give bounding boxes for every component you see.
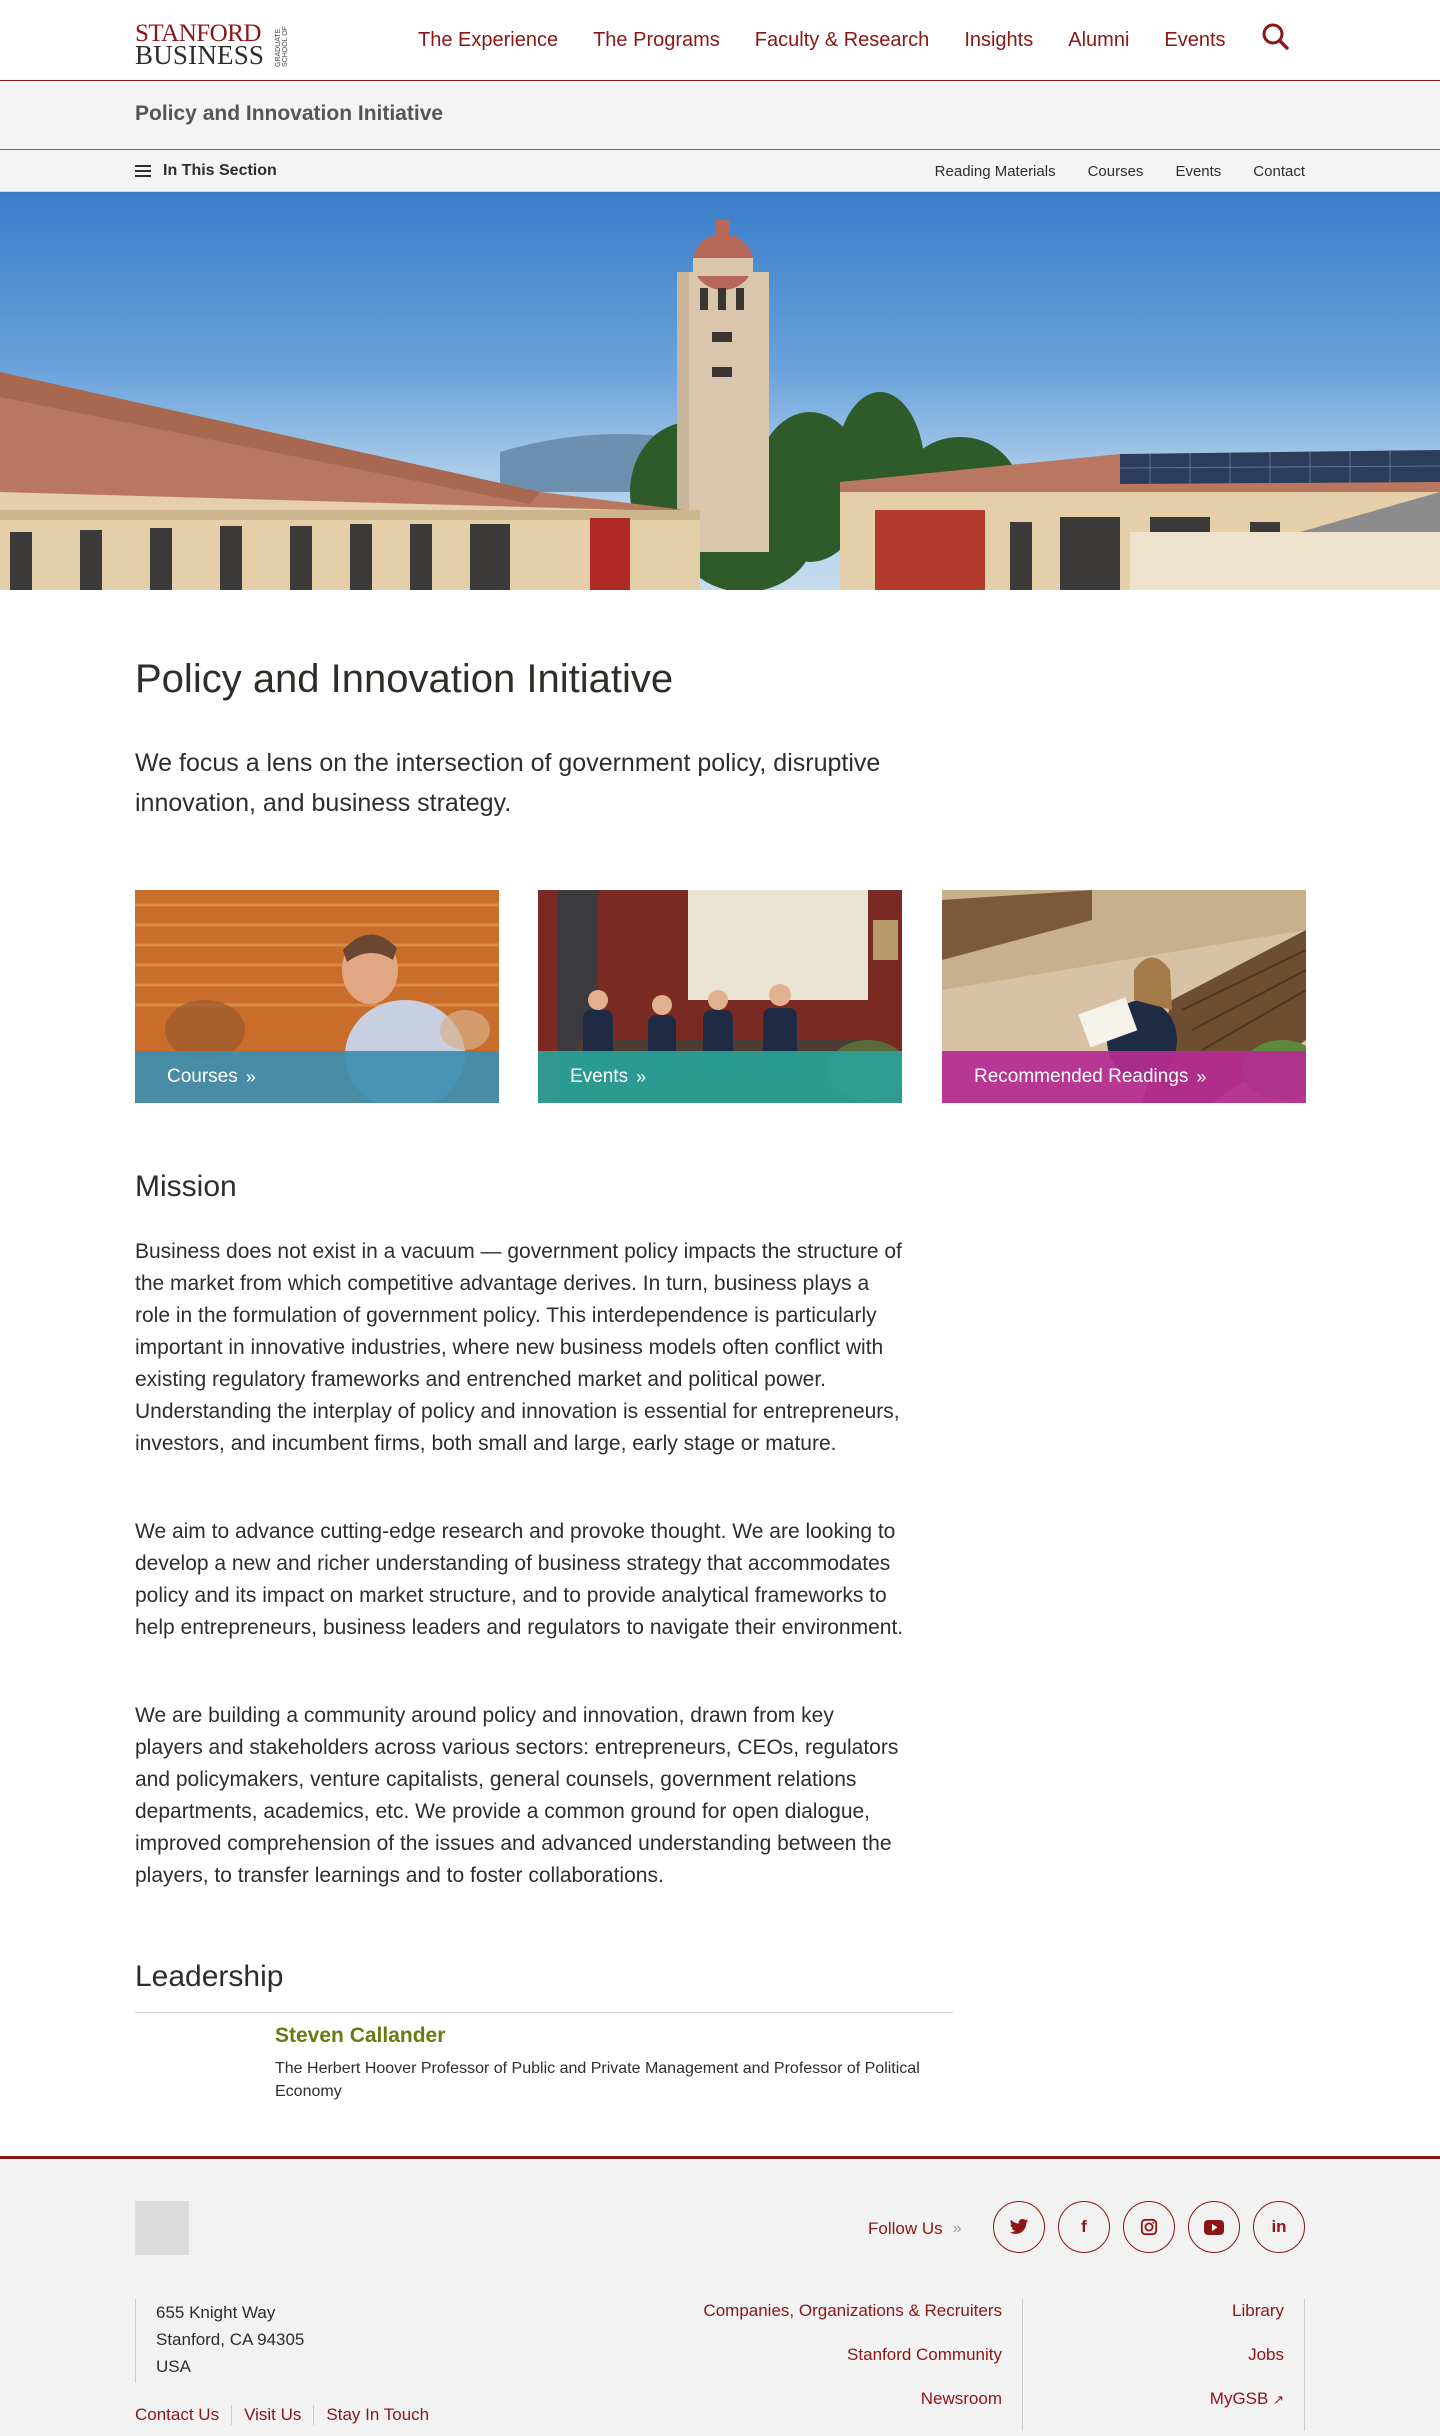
page-intro: We focus a lens on the intersection of g… — [135, 749, 881, 817]
main-nav: The Experience The Programs Faculty & Re… — [418, 0, 1261, 81]
footer-link-library[interactable]: Library — [1210, 2299, 1284, 2343]
youtube-icon[interactable] — [1188, 2201, 1240, 2253]
chevron-right-icon: » — [952, 2220, 962, 2237]
site-header: STANFORD BUSINESS GRADUATE SCHOOL OF The… — [0, 0, 1440, 81]
leader-title: The Herbert Hoover Professor of Public a… — [275, 2060, 920, 2100]
chevron-right-icon: » — [636, 1066, 647, 1087]
instagram-icon[interactable] — [1123, 2201, 1175, 2253]
section-link-contact[interactable]: Contact — [1253, 163, 1305, 180]
card-label: Courses » — [135, 1051, 499, 1103]
footer-link-jobs[interactable]: Jobs — [1210, 2343, 1284, 2387]
mygsb-label: MyGSB — [1209, 2389, 1269, 2408]
nav-insights[interactable]: Insights — [964, 29, 1033, 52]
footer-link-mygsb[interactable]: MyGSB ↗ — [1210, 2387, 1284, 2431]
section-links: Reading Materials Courses Events Contact — [903, 150, 1305, 192]
footer-link-newsroom[interactable]: Newsroom — [703, 2387, 1002, 2431]
section-link-events[interactable]: Events — [1175, 163, 1221, 180]
footer-links-col-1: Companies, Organizations & Recruiters St… — [703, 2299, 1023, 2431]
nav-events[interactable]: Events — [1164, 29, 1225, 52]
footer-address: 655 Knight Way Stanford, CA 94305 USA — [135, 2299, 304, 2383]
linkedin-icon[interactable]: in — [1253, 2201, 1305, 2253]
footer-links-col-2: Library Jobs MyGSB ↗ — [1210, 2299, 1305, 2431]
mission-heading: Mission — [135, 1170, 237, 1203]
card-label: Recommended Readings » — [942, 1051, 1306, 1103]
footer-link-companies[interactable]: Companies, Organizations & Recruiters — [703, 2299, 1002, 2343]
logo-side-text: GRADUATE SCHOOL OF — [275, 26, 289, 67]
nav-the-experience[interactable]: The Experience — [418, 29, 558, 52]
hero-image — [0, 192, 1440, 590]
card-events[interactable]: Events » — [538, 890, 902, 1103]
leadership-heading: Leadership — [135, 1960, 284, 1993]
chevron-right-icon: » — [1196, 1066, 1207, 1087]
page-title: Policy and Innovation Initiative — [135, 657, 674, 701]
mission-paragraph-1: Business does not exist in a vacuum — go… — [135, 1240, 902, 1455]
twitter-icon[interactable] — [993, 2201, 1045, 2253]
address-line-1: 655 Knight Way — [156, 2303, 276, 2322]
mission-paragraph-2: We aim to advance cutting-edge research … — [135, 1520, 904, 1639]
footer-bottom-links: Contact Us Visit Us Stay In Touch — [135, 2405, 441, 2425]
card-recommended-readings[interactable]: Recommended Readings » — [942, 890, 1306, 1103]
external-link-icon: ↗ — [1273, 2392, 1284, 2407]
footer-link-contact-us[interactable]: Contact Us — [135, 2405, 231, 2425]
footer-logo[interactable] — [135, 2201, 189, 2255]
footer-link-visit-us[interactable]: Visit Us — [231, 2405, 313, 2425]
section-title-bar: Policy and Innovation Initiative — [0, 82, 1440, 150]
section-title[interactable]: Policy and Innovation Initiative — [135, 102, 443, 126]
facebook-icon[interactable]: f — [1058, 2201, 1110, 2253]
card-label: Events » — [538, 1051, 902, 1103]
card-courses[interactable]: Courses » — [135, 890, 499, 1103]
nav-faculty-research[interactable]: Faculty & Research — [755, 29, 930, 52]
logo-line-business: BUSINESS — [135, 40, 265, 70]
in-this-section-toggle[interactable]: In This Section — [135, 150, 277, 192]
mission-paragraph-3: We are building a community around polic… — [135, 1704, 899, 1887]
in-this-section-label: In This Section — [163, 162, 277, 179]
nav-alumni[interactable]: Alumni — [1068, 29, 1129, 52]
chevron-right-icon: » — [245, 1066, 256, 1087]
hamburger-icon — [135, 165, 151, 177]
section-link-reading-materials[interactable]: Reading Materials — [935, 163, 1056, 180]
card-events-label: Events — [570, 1066, 629, 1087]
leader-name-link[interactable]: Steven Callander — [275, 2024, 445, 2048]
follow-us[interactable]: Follow Us » — [868, 2219, 962, 2239]
footer-link-stanford-community[interactable]: Stanford Community — [703, 2343, 1002, 2387]
nav-the-programs[interactable]: The Programs — [593, 29, 720, 52]
card-courses-label: Courses — [167, 1066, 238, 1087]
card-readings-label: Recommended Readings — [974, 1066, 1189, 1087]
follow-us-label: Follow Us — [868, 2219, 943, 2238]
address-line-2: Stanford, CA 94305 — [156, 2330, 305, 2349]
gsb-logo[interactable]: STANFORD BUSINESS GRADUATE SCHOOL OF — [135, 21, 297, 70]
section-sub-nav: In This Section Reading Materials Course… — [0, 150, 1440, 192]
section-link-courses[interactable]: Courses — [1088, 163, 1144, 180]
address-line-3: USA — [156, 2357, 191, 2376]
footer-link-stay-in-touch[interactable]: Stay In Touch — [313, 2405, 441, 2425]
site-footer: Follow Us » f in 655 Knight Way Stanford… — [0, 2156, 1440, 2436]
search-icon[interactable] — [1260, 22, 1292, 54]
leadership-divider — [135, 2012, 953, 2013]
